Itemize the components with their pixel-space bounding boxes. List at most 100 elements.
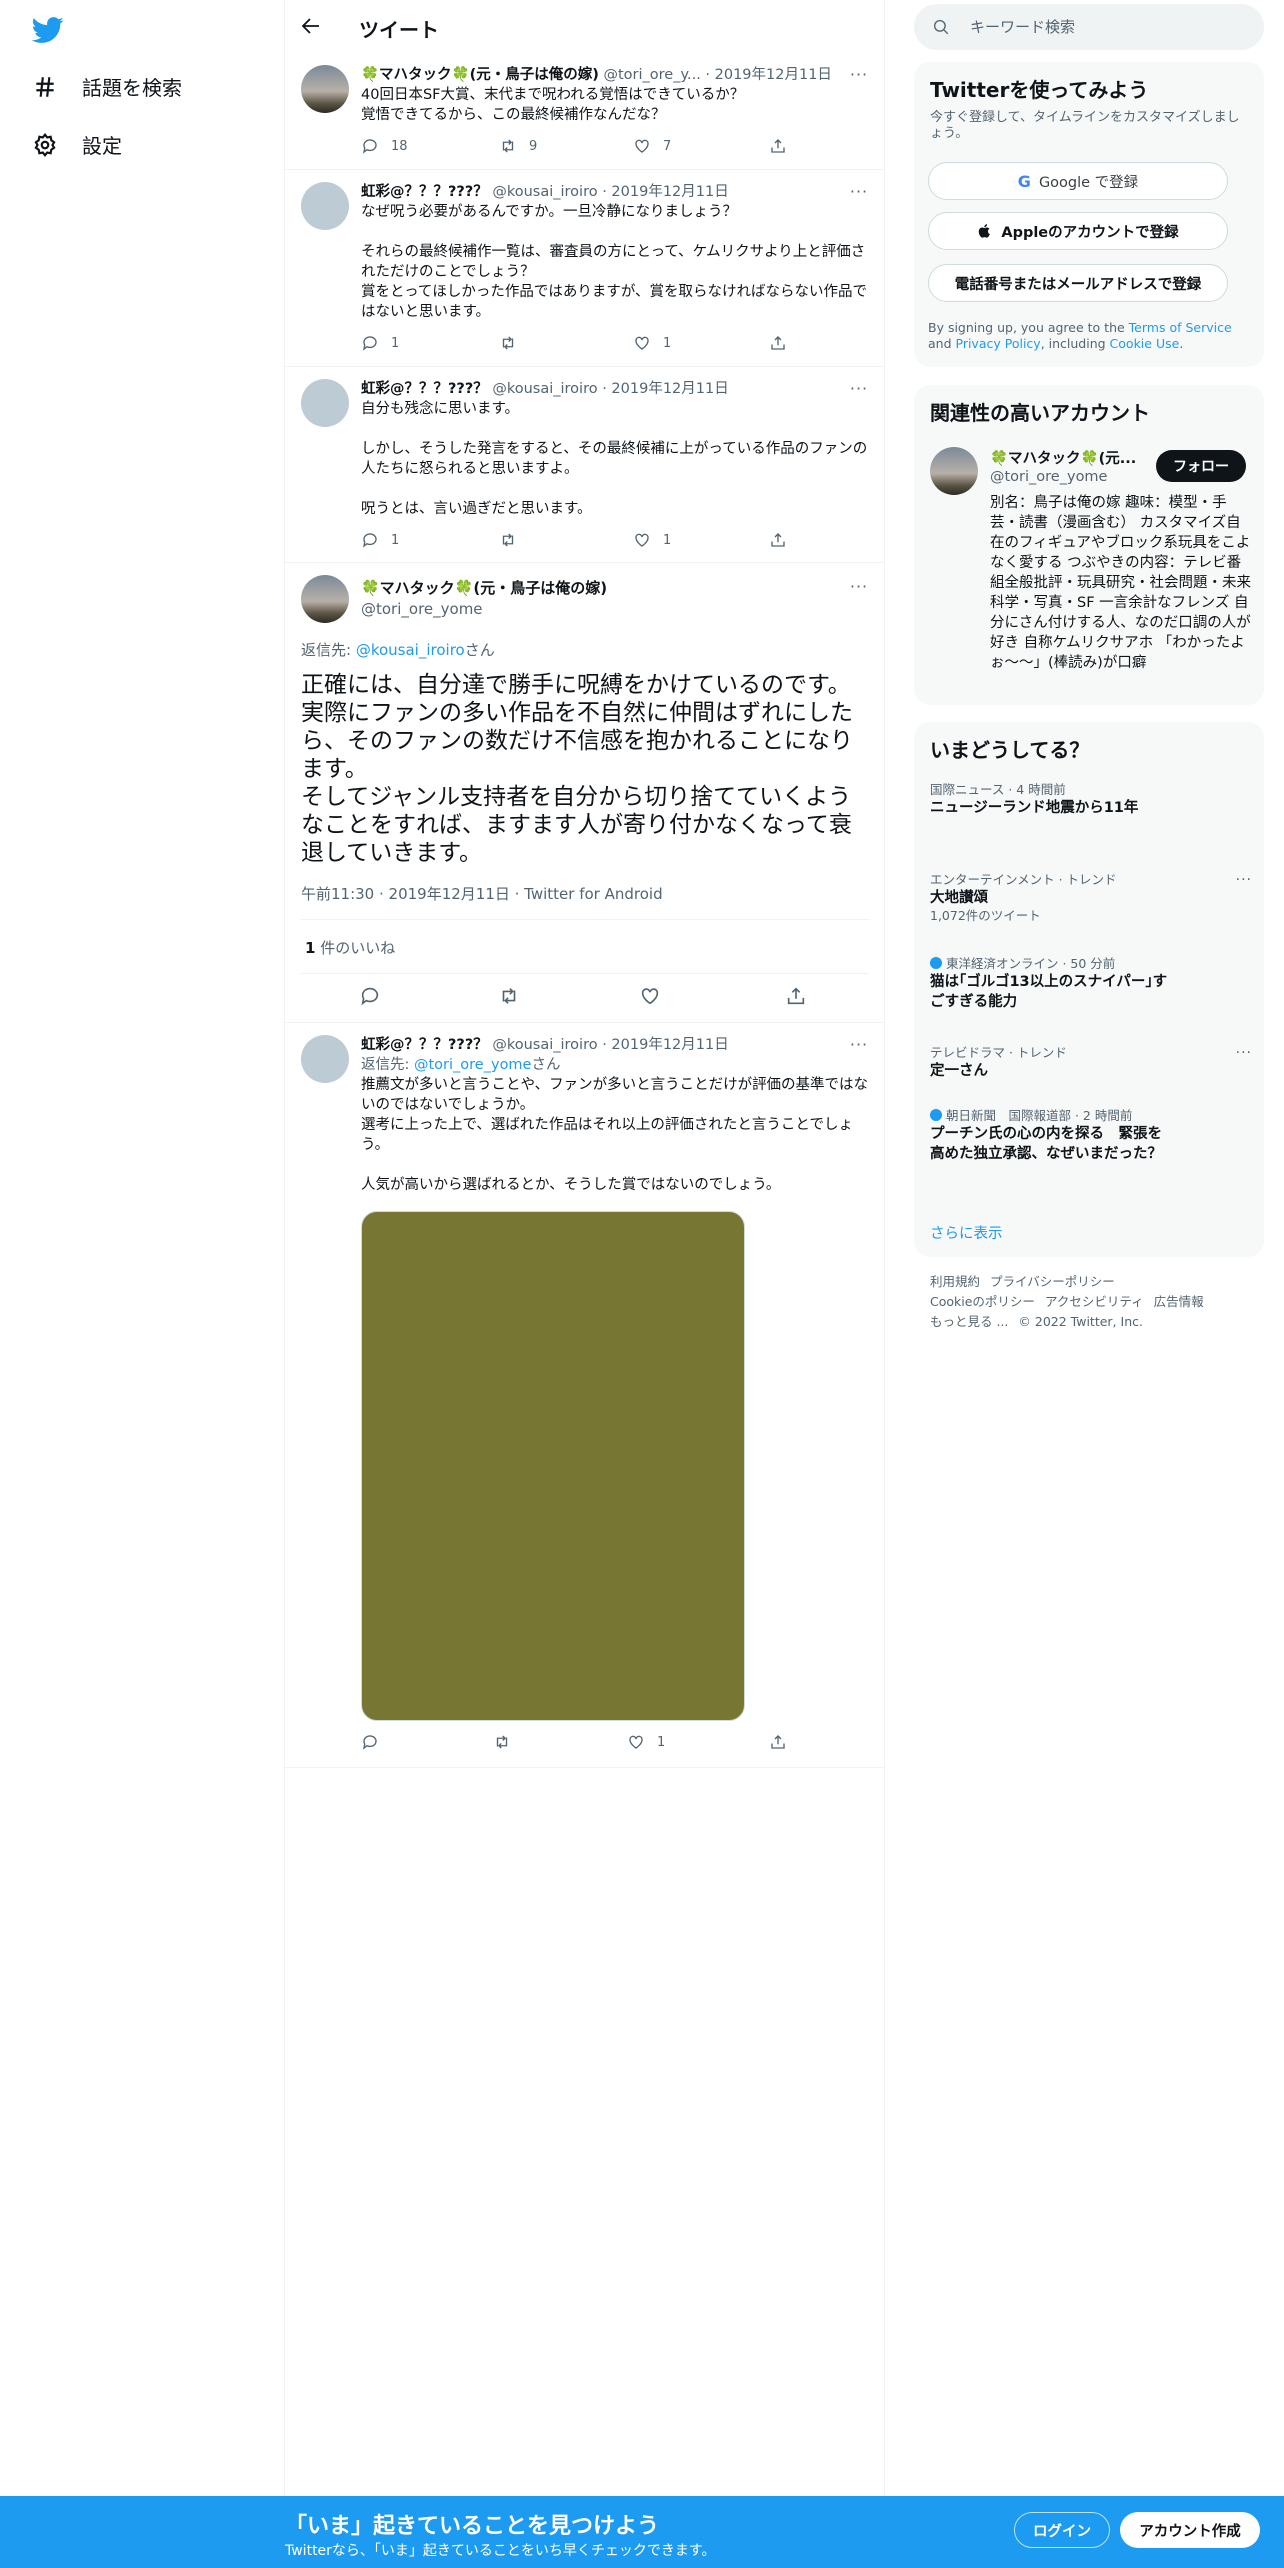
retweet-icon — [496, 1735, 508, 1749]
reply-count: 1 — [391, 335, 400, 351]
privacy-policy-link[interactable]: Privacy Policy — [956, 336, 1041, 351]
footer-cookie-link[interactable]: Cookieのポリシー — [930, 1294, 1035, 1309]
more-options-icon[interactable]: ··· — [849, 182, 869, 202]
tweet-item[interactable]: 🍀マハタック🍀(元・鳥子は俺の嫁) @tori_ore_y... · 2019年… — [285, 53, 885, 170]
more-options-icon[interactable]: ··· — [849, 379, 869, 399]
nav-settings[interactable]: 設定 — [32, 130, 122, 159]
reply-button[interactable] — [361, 1733, 379, 1751]
trend-item[interactable]: エンターテインメント · トレンド 大地讃頌 1,072件のツイート ··· — [930, 872, 1251, 924]
signup-button[interactable]: アカウント作成 — [1120, 2512, 1260, 2548]
search-input[interactable] — [970, 12, 1240, 42]
back-arrow-icon[interactable] — [299, 14, 323, 38]
reply-prefix: 返信先: — [301, 641, 356, 659]
likes-count: 1 — [305, 939, 316, 957]
terms-text: and — [928, 336, 956, 351]
retweet-button[interactable] — [499, 334, 529, 352]
cookie-use-link[interactable]: Cookie Use — [1110, 336, 1180, 351]
avatar[interactable] — [301, 575, 349, 623]
trend-item[interactable]: 朝日新聞 国際報道部 · 2 時間前 プーチン氏の心の内を探る 緊張を高めた独立… — [930, 1108, 1248, 1164]
more-options-icon[interactable]: ··· — [1236, 872, 1252, 888]
tweet-text: 推薦文が多いと言うことや、ファンが多いと言うことだけが評価の基準ではないのではな… — [361, 1077, 869, 1193]
share-button[interactable] — [769, 137, 787, 155]
nav-explore[interactable]: 話題を検索 — [32, 72, 182, 101]
like-button[interactable]: 1 — [633, 334, 671, 352]
tweet-item[interactable]: 虹彩@？？？???？ @kousai_iroiro · 2019年12月11日 … — [285, 1023, 885, 1768]
reply-button[interactable]: 1 — [361, 531, 399, 549]
author-name[interactable]: 虹彩@？？？???？ — [361, 381, 488, 397]
retweet-icon — [502, 336, 514, 350]
header: ツイート — [285, 0, 885, 53]
likes-summary[interactable]: 1 件のいいね — [305, 937, 395, 958]
retweet-icon — [502, 988, 516, 1004]
more-options-icon[interactable]: ··· — [1236, 1045, 1252, 1061]
retweet-icon — [502, 533, 514, 547]
like-button[interactable] — [639, 985, 661, 1007]
author-name[interactable]: 虹彩@？？？???？ — [361, 184, 488, 200]
like-button[interactable]: 1 — [627, 1733, 665, 1751]
terms-of-service-link[interactable]: Terms of Service — [1129, 320, 1232, 335]
tweet-item[interactable]: 虹彩@？？？???？ @kousai_iroiro · 2019年12月11日 … — [285, 170, 885, 367]
search-box[interactable] — [914, 4, 1264, 50]
related-name[interactable]: 🍀マハタック🍀(元... — [990, 447, 1150, 468]
trend-item[interactable]: テレビドラマ · トレンド 定一さん ··· — [930, 1045, 1251, 1081]
author-name[interactable]: 虹彩@？？？???？ — [361, 1037, 488, 1053]
reply-button[interactable]: 18 — [361, 137, 408, 155]
trend-title: プーチン氏の心の内を探る 緊張を高めた独立承認、なぜいまだった？ — [930, 1126, 1162, 1162]
more-options-icon[interactable]: ··· — [849, 577, 869, 597]
reply-button[interactable] — [359, 985, 381, 1007]
share-button[interactable] — [769, 531, 787, 549]
google-signup-button[interactable]: G Google で登録 — [928, 162, 1228, 200]
tweet-header: 🍀マハタック🍀(元・鳥子は俺の嫁) @tori_ore_y... · 2019年… — [361, 65, 869, 85]
tweet-actions: 1 — [361, 1733, 791, 1753]
banner-title: 「いま」起きていることを見つけよう — [285, 2514, 660, 2539]
reply-count: 1 — [391, 532, 400, 548]
apple-icon — [979, 224, 991, 238]
media-image[interactable] — [361, 1211, 745, 1721]
more-options-icon[interactable]: ··· — [849, 1035, 869, 1055]
avatar[interactable] — [930, 447, 978, 495]
avatar[interactable] — [301, 65, 349, 113]
footer-accessibility-link[interactable]: アクセシビリティ — [1045, 1294, 1144, 1309]
share-button[interactable] — [769, 334, 787, 352]
trends-title: いまどうしてる？ — [930, 738, 1090, 762]
related-handle[interactable]: @tori_ore_yome — [990, 469, 1107, 485]
author-handle[interactable]: @tori_ore_yome — [361, 600, 607, 618]
reply-button[interactable]: 1 — [361, 334, 399, 352]
terms-text: . — [1179, 336, 1184, 351]
login-button[interactable]: ログイン — [1014, 2512, 1110, 2548]
trend-item[interactable]: 東洋経済オンライン · 50 分前 猫は｢ゴルゴ13以上のスナイパー｣すごすぎる… — [930, 956, 1248, 1012]
retweet-button[interactable]: 9 — [499, 137, 537, 155]
phone-email-signup-button[interactable]: 電話番号またはメールアドレスで登録 — [928, 264, 1228, 302]
follow-button[interactable]: フォロー — [1156, 450, 1246, 482]
footer-ads-link[interactable]: 広告情報 — [1154, 1294, 1204, 1309]
twitter-logo-icon[interactable] — [31, 14, 64, 46]
trend-category: エンターテインメント · トレンド — [930, 872, 1117, 887]
gear-icon — [34, 132, 56, 157]
like-button[interactable]: 7 — [633, 137, 671, 155]
avatar[interactable] — [301, 182, 349, 230]
footer-terms-link[interactable]: 利用規約 — [930, 1274, 980, 1289]
avatar[interactable] — [301, 1035, 349, 1083]
author-name[interactable]: 🍀マハタック🍀(元・鳥子は俺の嫁) — [361, 577, 607, 598]
share-button[interactable] — [785, 985, 807, 1007]
share-button[interactable] — [769, 1733, 787, 1751]
show-more-link[interactable]: さらに表示 — [930, 1222, 1003, 1243]
reply-to-link[interactable]: @kousai_iroiro — [356, 641, 465, 659]
footer-more-link[interactable]: もっと見る ... — [930, 1314, 1008, 1329]
tweet-item[interactable]: 虹彩@？？？???？ @kousai_iroiro · 2019年12月11日 … — [285, 367, 885, 563]
trend-item[interactable]: 国際ニュース · 4 時間前 ニュージーランド地震から11年 — [930, 782, 1248, 818]
retweet-button[interactable] — [498, 985, 520, 1007]
author-name[interactable]: 🍀マハタック🍀(元・鳥子は俺の嫁) — [361, 67, 599, 83]
heart-icon — [635, 139, 649, 153]
retweet-button[interactable] — [493, 1733, 511, 1751]
more-options-icon[interactable]: ··· — [849, 65, 869, 85]
retweet-button[interactable] — [499, 531, 529, 549]
like-button[interactable]: 1 — [633, 531, 671, 549]
avatar[interactable] — [301, 379, 349, 427]
footer-privacy-link[interactable]: プライバシーポリシー — [990, 1274, 1115, 1289]
share-icon — [771, 533, 785, 547]
apple-signup-label: Appleのアカウントで登録 — [1001, 224, 1179, 241]
tweet-timestamp[interactable]: 午前11:30 · 2019年12月11日 · Twitter for Andr… — [301, 883, 663, 904]
apple-signup-button[interactable]: Appleのアカウントで登録 — [928, 212, 1228, 250]
reply-to-link[interactable]: @tori_ore_yome — [414, 1057, 531, 1073]
